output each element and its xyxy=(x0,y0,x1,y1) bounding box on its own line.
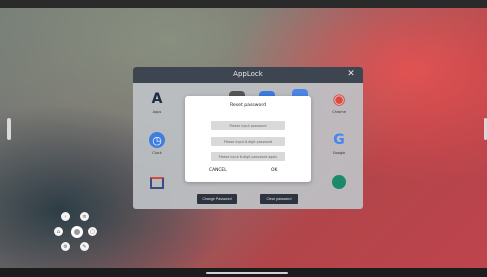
applock-title: AppLock xyxy=(233,70,263,78)
home-icon[interactable]: ⌂ xyxy=(54,227,63,236)
password-input[interactable] xyxy=(211,121,285,130)
screenshot-icon[interactable]: ▢ xyxy=(88,227,97,236)
change-password-button[interactable]: Change Password xyxy=(197,194,237,204)
back-icon[interactable]: ‹ xyxy=(61,212,70,221)
app-label: Chrome xyxy=(332,110,346,114)
app-tile[interactable] xyxy=(142,177,172,189)
menu-icon[interactable]: ≡ xyxy=(80,212,89,221)
center-dot-icon xyxy=(74,229,80,235)
app-tile-clock[interactable]: ◷ Clock xyxy=(142,132,172,155)
partial-app-icon-6 xyxy=(332,175,346,189)
confirm-password-input[interactable] xyxy=(211,152,285,161)
app-tile-google[interactable]: G Google xyxy=(324,132,354,155)
dialog-title: Reset password xyxy=(229,103,267,108)
home-indicator[interactable] xyxy=(206,272,288,274)
left-edge-handle[interactable] xyxy=(7,118,11,140)
app-tile-apps[interactable]: A Apps xyxy=(142,91,172,114)
cancel-button[interactable]: CANCEL xyxy=(209,168,227,173)
app-label: Clock xyxy=(152,151,162,155)
partial-app-icon-5 xyxy=(150,177,164,189)
float-menu-center-button[interactable] xyxy=(71,226,83,238)
app-label: Apps xyxy=(152,110,162,114)
applock-header: AppLock ✕ xyxy=(133,67,363,83)
pen-icon[interactable]: ✎ xyxy=(80,242,89,251)
ok-button[interactable]: OK xyxy=(271,168,277,173)
close-icon[interactable]: ✕ xyxy=(346,69,356,79)
app-tile[interactable] xyxy=(324,175,354,189)
clear-password-button[interactable]: Clear password xyxy=(260,194,298,204)
app-store-icon: A xyxy=(151,91,163,107)
clock-icon: ◷ xyxy=(149,132,165,148)
reset-password-dialog: Reset password CANCEL OK xyxy=(185,96,311,182)
status-bar xyxy=(0,0,487,8)
google-icon: G xyxy=(333,132,345,148)
new-password-input[interactable] xyxy=(211,137,285,146)
chrome-icon: ◉ xyxy=(332,90,346,108)
settings-icon[interactable]: ⚙ xyxy=(61,242,70,251)
app-label: Google xyxy=(332,151,346,155)
app-tile-chrome[interactable]: ◉ Chrome xyxy=(324,90,354,114)
